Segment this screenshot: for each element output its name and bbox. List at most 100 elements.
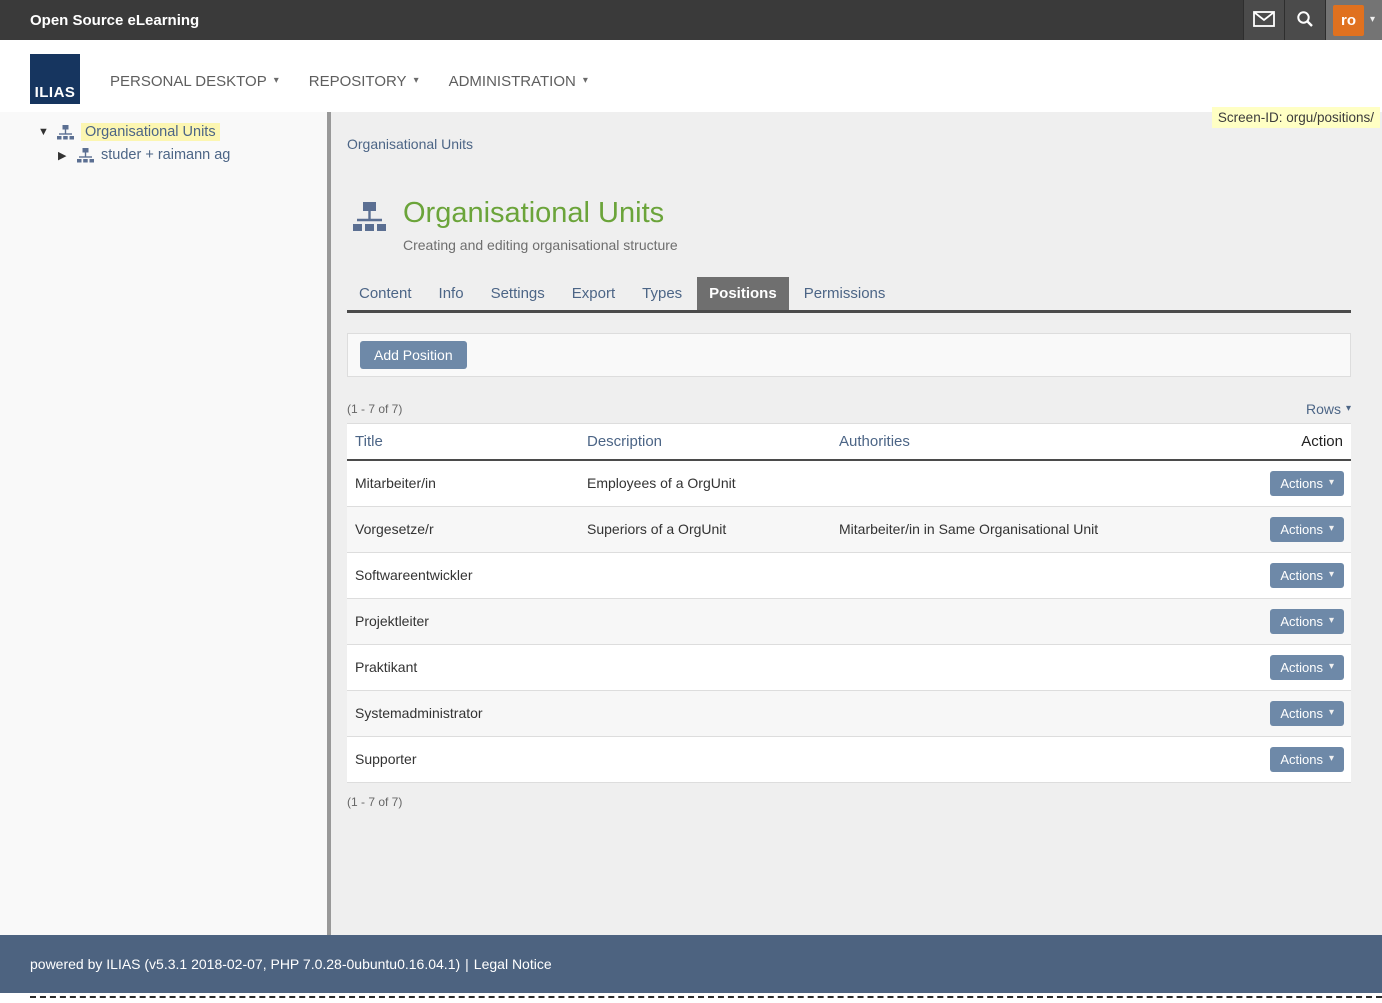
- tab-content[interactable]: Content: [347, 277, 424, 310]
- actions-button-label: Actions: [1280, 752, 1323, 767]
- repository-tree: ▼ Organisational Units ▶: [0, 112, 331, 935]
- column-header-title[interactable]: Title: [355, 433, 383, 450]
- nav-label: PERSONAL DESKTOP: [110, 73, 267, 90]
- mail-button[interactable]: [1243, 0, 1284, 40]
- cell-description: [579, 657, 831, 677]
- expand-triangle-icon[interactable]: ▶: [58, 149, 70, 162]
- table-row: Supporter Actions ▾: [347, 737, 1351, 783]
- cell-description: [579, 565, 831, 585]
- positions-table: Title Description Authorities Action Mit…: [347, 423, 1351, 783]
- cell-title: Systemadministrator: [347, 695, 579, 731]
- tree-item-organisational-units: ▼ Organisational Units: [0, 121, 327, 145]
- actions-button-label: Actions: [1280, 568, 1323, 583]
- tab-info[interactable]: Info: [427, 277, 476, 310]
- focus-dotted-line: [30, 996, 1382, 998]
- client-title: Open Source eLearning: [0, 12, 1243, 29]
- tab-settings[interactable]: Settings: [479, 277, 557, 310]
- column-header-authorities[interactable]: Authorities: [839, 433, 910, 450]
- caret-down-icon: ▾: [1329, 754, 1334, 764]
- actions-button[interactable]: Actions ▾: [1270, 701, 1344, 726]
- table-header-row: Title Description Authorities Action: [347, 423, 1351, 461]
- tab-positions[interactable]: Positions: [697, 277, 789, 310]
- tree-link-studer-raimann[interactable]: studer + raimann ag: [101, 147, 230, 163]
- user-menu-button[interactable]: ro ▾: [1325, 0, 1382, 40]
- cell-description: [579, 749, 831, 769]
- breadcrumb: Organisational Units: [347, 136, 1351, 152]
- cell-title: Praktikant: [347, 649, 579, 685]
- caret-down-icon: ▾: [1329, 478, 1334, 488]
- result-range-bottom: (1 - 7 of 7): [347, 795, 1351, 809]
- table-row: Softwareentwickler Actions ▾: [347, 553, 1351, 599]
- caret-down-icon: ▾: [1346, 404, 1351, 414]
- actions-button[interactable]: Actions ▾: [1270, 655, 1344, 680]
- mail-icon: [1253, 11, 1275, 30]
- avatar: ro: [1333, 5, 1364, 36]
- actions-button-label: Actions: [1280, 522, 1323, 537]
- column-header-description[interactable]: Description: [587, 433, 662, 450]
- cell-authorities: Mitarbeiter/in in Same Organisational Un…: [831, 511, 1255, 547]
- caret-down-icon: ▾: [1329, 616, 1334, 626]
- tab-permissions[interactable]: Permissions: [792, 277, 898, 310]
- footer-powered-text: powered by ILIAS (v5.3.1 2018-02-07, PHP…: [30, 956, 460, 972]
- nav-administration[interactable]: ADMINISTRATION ▾: [449, 73, 588, 90]
- footer: powered by ILIAS (v5.3.1 2018-02-07, PHP…: [0, 935, 1382, 993]
- cell-title: Projektleiter: [347, 603, 579, 639]
- cell-description: Employees of a OrgUnit: [579, 465, 831, 501]
- cell-title: Vorgesetze/r: [347, 511, 579, 547]
- actions-button[interactable]: Actions ▾: [1270, 747, 1344, 772]
- table-row: Praktikant Actions ▾: [347, 645, 1351, 691]
- actions-button[interactable]: Actions ▾: [1270, 609, 1344, 634]
- orgunit-icon: [57, 125, 74, 140]
- search-button[interactable]: [1284, 0, 1325, 40]
- tab-types[interactable]: Types: [630, 277, 694, 310]
- table-meta-top: (1 - 7 of 7) Rows ▾: [347, 401, 1351, 417]
- table-row: Mitarbeiter/in Employees of a OrgUnit Ac…: [347, 461, 1351, 507]
- title-texts: Organisational Units Creating and editin…: [403, 198, 678, 253]
- cell-description: [579, 703, 831, 723]
- actions-button[interactable]: Actions ▾: [1270, 517, 1344, 542]
- add-position-button[interactable]: Add Position: [360, 341, 467, 369]
- orgunit-page-icon: [353, 202, 386, 253]
- caret-down-icon: ▾: [1329, 708, 1334, 718]
- actions-button[interactable]: Actions ▾: [1270, 471, 1344, 496]
- cell-description: [579, 611, 831, 631]
- actions-button-label: Actions: [1280, 614, 1323, 629]
- table-row: Vorgesetze/r Superiors of a OrgUnit Mita…: [347, 507, 1351, 553]
- caret-down-icon: ▾: [1329, 662, 1334, 672]
- caret-down-icon: ▾: [414, 76, 419, 86]
- rows-dropdown[interactable]: Rows ▾: [1306, 401, 1351, 417]
- caret-down-icon: ▾: [274, 76, 279, 86]
- header: ILIAS PERSONAL DESKTOP ▾ REPOSITORY ▾ AD…: [0, 40, 1382, 112]
- cell-authorities: [831, 657, 1255, 677]
- ilias-logo[interactable]: ILIAS: [30, 54, 80, 104]
- search-icon: [1296, 10, 1314, 31]
- body: ▼ Organisational Units ▶: [0, 112, 1382, 935]
- cell-title: Mitarbeiter/in: [347, 465, 579, 501]
- cell-description: Superiors of a OrgUnit: [579, 511, 831, 547]
- cell-authorities: [831, 473, 1255, 493]
- actions-button[interactable]: Actions ▾: [1270, 563, 1344, 588]
- nav-repository[interactable]: REPOSITORY ▾: [309, 73, 419, 90]
- orgunit-icon: [77, 148, 94, 163]
- table-row: Systemadministrator Actions ▾: [347, 691, 1351, 737]
- legal-notice-link[interactable]: Legal Notice: [474, 956, 552, 972]
- screen-id-badge: Screen-ID: orgu/positions/: [1212, 107, 1380, 128]
- main-nav: PERSONAL DESKTOP ▾ REPOSITORY ▾ ADMINIST…: [110, 73, 588, 90]
- footer-separator: |: [465, 956, 469, 972]
- toolbar: Add Position: [347, 333, 1351, 377]
- table-row: Projektleiter Actions ▾: [347, 599, 1351, 645]
- breadcrumb-link[interactable]: Organisational Units: [347, 136, 473, 152]
- tree-link-organisational-units[interactable]: Organisational Units: [81, 123, 220, 141]
- caret-down-icon: ▾: [1329, 524, 1334, 534]
- collapse-triangle-icon[interactable]: ▼: [38, 126, 50, 138]
- caret-down-icon: ▾: [583, 76, 588, 86]
- nav-label: ADMINISTRATION: [449, 73, 576, 90]
- actions-button-label: Actions: [1280, 706, 1323, 721]
- tab-export[interactable]: Export: [560, 277, 627, 310]
- result-range-top: (1 - 7 of 7): [347, 402, 402, 416]
- nav-personal-desktop[interactable]: PERSONAL DESKTOP ▾: [110, 73, 279, 90]
- tab-bar: Content Info Settings Export Types Posit…: [347, 277, 1351, 313]
- main-content: Organisational Units Organisational Unit…: [331, 112, 1382, 935]
- topbar-buttons: ro ▾: [1243, 0, 1382, 40]
- caret-down-icon: ▾: [1329, 570, 1334, 580]
